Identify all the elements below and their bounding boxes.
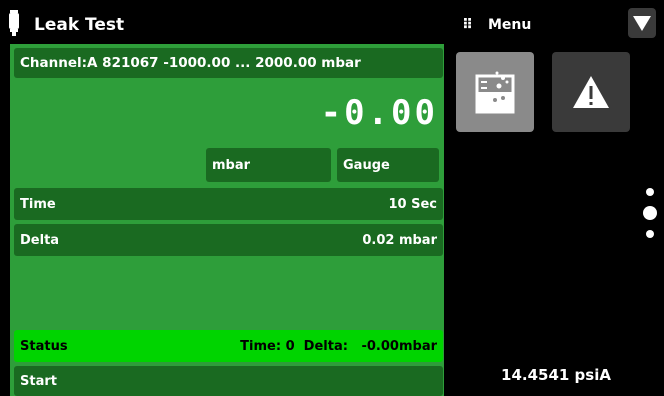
menu-dropdown-button[interactable] [628, 8, 656, 38]
triangle-down-icon [633, 16, 651, 31]
lab-button[interactable] [456, 52, 534, 132]
beaker-icon [475, 71, 515, 114]
menu-bar[interactable]: ⠿ Menu [456, 8, 664, 42]
main-panel: Channel:A 821067 -1000.00 ... 2000.00 mb… [10, 44, 444, 396]
status-label: Status [20, 338, 68, 354]
delta-row[interactable]: Delta 0.02 mbar [14, 224, 443, 256]
vertical-dots-icon[interactable] [640, 188, 664, 240]
page-title: Leak Test [34, 15, 125, 35]
time-value: 10 Sec [388, 196, 437, 212]
title-bar: Leak Test [8, 8, 448, 42]
time-label: Time [20, 196, 56, 212]
status-row: Status Time: 0 Delta: -0.00mbar [14, 330, 443, 362]
warning-button[interactable] [552, 52, 630, 132]
channel-label[interactable]: Channel:A 821067 -1000.00 ... 2000.00 mb… [14, 48, 443, 78]
menu-label[interactable]: Menu [488, 17, 531, 33]
warning-icon [573, 76, 609, 108]
barometer-reading: 14.4541 psiA [501, 366, 611, 384]
status-detail: Time: 0 Delta: -0.00mbar [240, 338, 437, 354]
thermometer-icon [8, 10, 20, 40]
mode-button[interactable]: Gauge [337, 148, 439, 182]
grip-icon: ⠿ [462, 17, 473, 33]
delta-value: 0.02 mbar [362, 232, 437, 248]
start-button[interactable]: Start [14, 366, 443, 396]
unit-button[interactable]: mbar [206, 148, 331, 182]
delta-label: Delta [20, 232, 60, 248]
pressure-reading: -0.00 [320, 93, 438, 133]
time-row[interactable]: Time 10 Sec [14, 188, 443, 220]
